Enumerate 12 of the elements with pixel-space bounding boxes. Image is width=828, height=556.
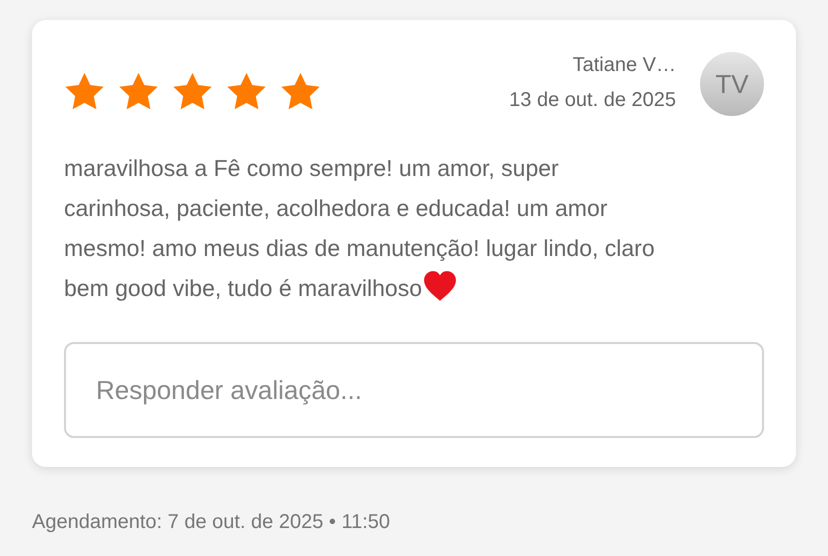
review-date: 13 de out. de 2025 <box>509 88 676 112</box>
star-icon <box>226 72 267 111</box>
star-icon <box>172 72 213 111</box>
star-icon <box>64 72 105 111</box>
appointment-info: Agendamento: 7 de out. de 2025 • 11:50 <box>32 511 392 534</box>
heart-icon <box>423 270 457 302</box>
reply-field[interactable]: Responder avaliação... <box>64 342 764 438</box>
star-icon <box>118 72 159 111</box>
author-name: Tatiane V… <box>572 53 676 77</box>
star-icon <box>280 72 321 111</box>
review-text: maravilhosa a Fê como sempre! um amor, super carinhosa, paciente, acolhedora e educada! um amor mesmo! amo meus dias de manutenção! lugar lindo, claro bem good vibe, tudo é maravilhoso <box>64 154 656 304</box>
avatar: TV <box>700 52 764 116</box>
